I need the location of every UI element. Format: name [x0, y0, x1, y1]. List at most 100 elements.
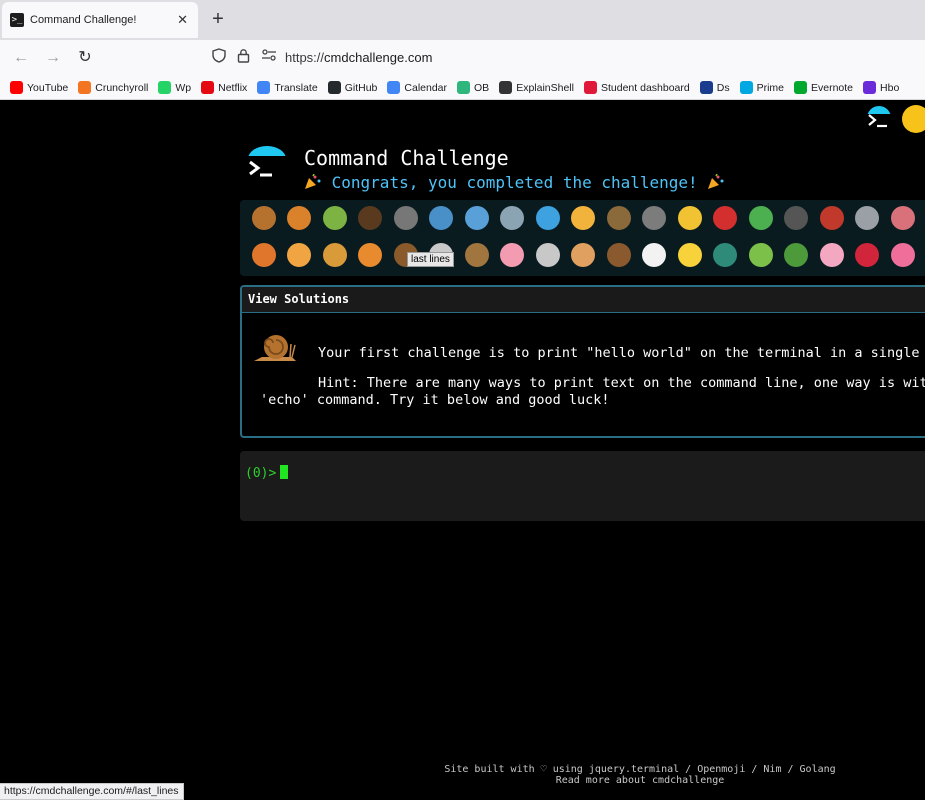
whale-icon[interactable] — [424, 202, 460, 234]
mosquito-icon[interactable] — [779, 202, 815, 234]
ant-glyph — [358, 206, 383, 230]
cherry-blossom-icon[interactable] — [814, 239, 850, 271]
face-emoji-icon[interactable] — [902, 105, 925, 133]
congrats-message: Congrats, you completed the challenge! — [304, 173, 725, 192]
bookmark-explainshell[interactable]: ExplainShell — [499, 81, 574, 94]
new-tab-button[interactable]: + — [208, 8, 228, 30]
mouse-icon[interactable] — [530, 239, 566, 271]
caterpillar-glyph — [322, 206, 347, 230]
cow-icon[interactable] — [459, 239, 495, 271]
challenge-description: Your first challenge is to print "hello … — [318, 345, 920, 361]
tropical-fish-icon[interactable] — [566, 202, 602, 234]
about-link[interactable]: Read more about cmdchallenge — [440, 775, 840, 786]
terminal-prompt: (0)> — [245, 466, 277, 481]
bookmark-label: Ds — [716, 81, 730, 94]
site-permissions-icon[interactable] — [261, 48, 277, 65]
back-arrow-icon[interactable]: ← — [9, 46, 33, 70]
bookmark-ds[interactable]: Ds — [699, 81, 730, 94]
bookmark-favicon-icon — [327, 81, 341, 94]
shield-icon[interactable] — [212, 48, 226, 66]
close-tab-icon[interactable]: ✕ — [177, 12, 188, 28]
owl-icon[interactable] — [601, 202, 637, 234]
scorpion-icon[interactable] — [814, 202, 850, 234]
address-bar[interactable]: https://cmdchallenge.com — [285, 50, 432, 65]
hamster-icon[interactable] — [566, 239, 602, 271]
bookmark-favicon-icon — [158, 81, 172, 94]
frog-glyph — [748, 243, 773, 267]
lion-icon[interactable] — [317, 239, 353, 271]
caterpillar-icon[interactable] — [317, 202, 353, 234]
fish-icon[interactable] — [530, 202, 566, 234]
fox-icon[interactable] — [246, 239, 282, 271]
bookmark-favicon-icon — [78, 81, 92, 94]
terminal-logo-icon[interactable] — [865, 104, 893, 132]
whale-glyph — [429, 206, 454, 230]
forward-arrow-icon[interactable]: → — [41, 46, 65, 70]
tropical-fish-glyph — [571, 206, 596, 230]
bear-icon[interactable] — [601, 239, 637, 271]
challenge-emoji-strip — [240, 200, 925, 276]
frog-icon[interactable] — [743, 239, 779, 271]
ant-icon[interactable] — [353, 202, 389, 234]
emoji-row-2 — [246, 239, 921, 271]
fly-icon[interactable] — [850, 202, 886, 234]
tiger-glyph — [358, 243, 383, 267]
bookmark-student-dashboard[interactable]: Student dashboard — [583, 81, 690, 94]
butterfly-icon[interactable] — [282, 202, 318, 234]
wolf-icon[interactable] — [637, 202, 673, 234]
worm-glyph — [890, 206, 915, 230]
reload-icon[interactable]: ↻ — [73, 46, 97, 70]
bookmark-netflix[interactable]: Netflix — [201, 81, 247, 94]
bookmark-evernote[interactable]: Evernote — [794, 81, 853, 94]
url-host: cmdchallenge.com — [324, 50, 433, 65]
panda-icon[interactable] — [637, 239, 673, 271]
bookmark-prime[interactable]: Prime — [739, 81, 784, 94]
hibiscus-icon[interactable] — [885, 239, 921, 271]
shark-icon[interactable] — [495, 202, 531, 234]
snail-icon[interactable] — [246, 202, 282, 234]
rose-icon[interactable] — [850, 239, 886, 271]
tiger-icon[interactable] — [353, 239, 389, 271]
bookmark-favicon-icon — [699, 81, 713, 94]
bookmark-translate[interactable]: Translate — [257, 81, 318, 94]
bookmark-calendar[interactable]: Calendar — [387, 81, 447, 94]
cat-icon[interactable] — [282, 239, 318, 271]
bookmark-label: Hbo — [880, 81, 900, 94]
spider-web-icon[interactable] — [388, 202, 424, 234]
tab-bar: >_ Command Challenge! ✕ + — [0, 0, 925, 40]
solutions-panel: View Solutions Your first challenge is t… — [240, 285, 925, 438]
browser-tab[interactable]: >_ Command Challenge! ✕ — [2, 2, 198, 38]
bookmark-favicon-icon — [794, 81, 807, 94]
bookmark-ob[interactable]: OB — [457, 81, 489, 94]
bee-icon[interactable] — [672, 202, 708, 234]
dragon-icon[interactable] — [779, 239, 815, 271]
bookmark-crunchyroll[interactable]: Crunchyroll — [78, 81, 148, 94]
party-popper-icon — [305, 174, 321, 189]
dolphin-glyph — [464, 206, 489, 230]
pig-icon[interactable] — [495, 239, 531, 271]
tab-title: Command Challenge! — [30, 14, 137, 26]
bookmark-favicon-icon — [387, 81, 401, 94]
command-challenge-logo-icon — [247, 146, 287, 186]
bookmark-youtube[interactable]: YouTube — [10, 81, 68, 94]
emoji-row-1 — [246, 202, 921, 234]
bookmark-favicon-icon — [583, 81, 597, 94]
lizard-icon[interactable] — [743, 202, 779, 234]
bookmark-hbo[interactable]: Hbo — [863, 81, 899, 94]
bookmark-favicon-icon — [739, 81, 753, 94]
bookmark-github[interactable]: GitHub — [327, 81, 377, 94]
worm-icon[interactable] — [885, 202, 921, 234]
bookmark-wp[interactable]: Wp — [158, 81, 191, 94]
hatching-chick-glyph — [677, 243, 702, 267]
bookmark-label: Netflix — [218, 81, 248, 94]
terminal-input[interactable]: (0)> — [240, 451, 925, 521]
lizard-glyph — [748, 206, 773, 230]
dolphin-icon[interactable] — [459, 202, 495, 234]
panda-glyph — [642, 243, 667, 267]
ladybug-icon[interactable] — [708, 202, 744, 234]
peacock-icon[interactable] — [708, 239, 744, 271]
lock-icon[interactable] — [237, 48, 250, 66]
hatching-chick-icon[interactable] — [672, 239, 708, 271]
footer-credits: Site built with ♡ using jquery.terminal … — [444, 764, 836, 775]
view-solutions-button[interactable]: View Solutions — [242, 287, 925, 313]
